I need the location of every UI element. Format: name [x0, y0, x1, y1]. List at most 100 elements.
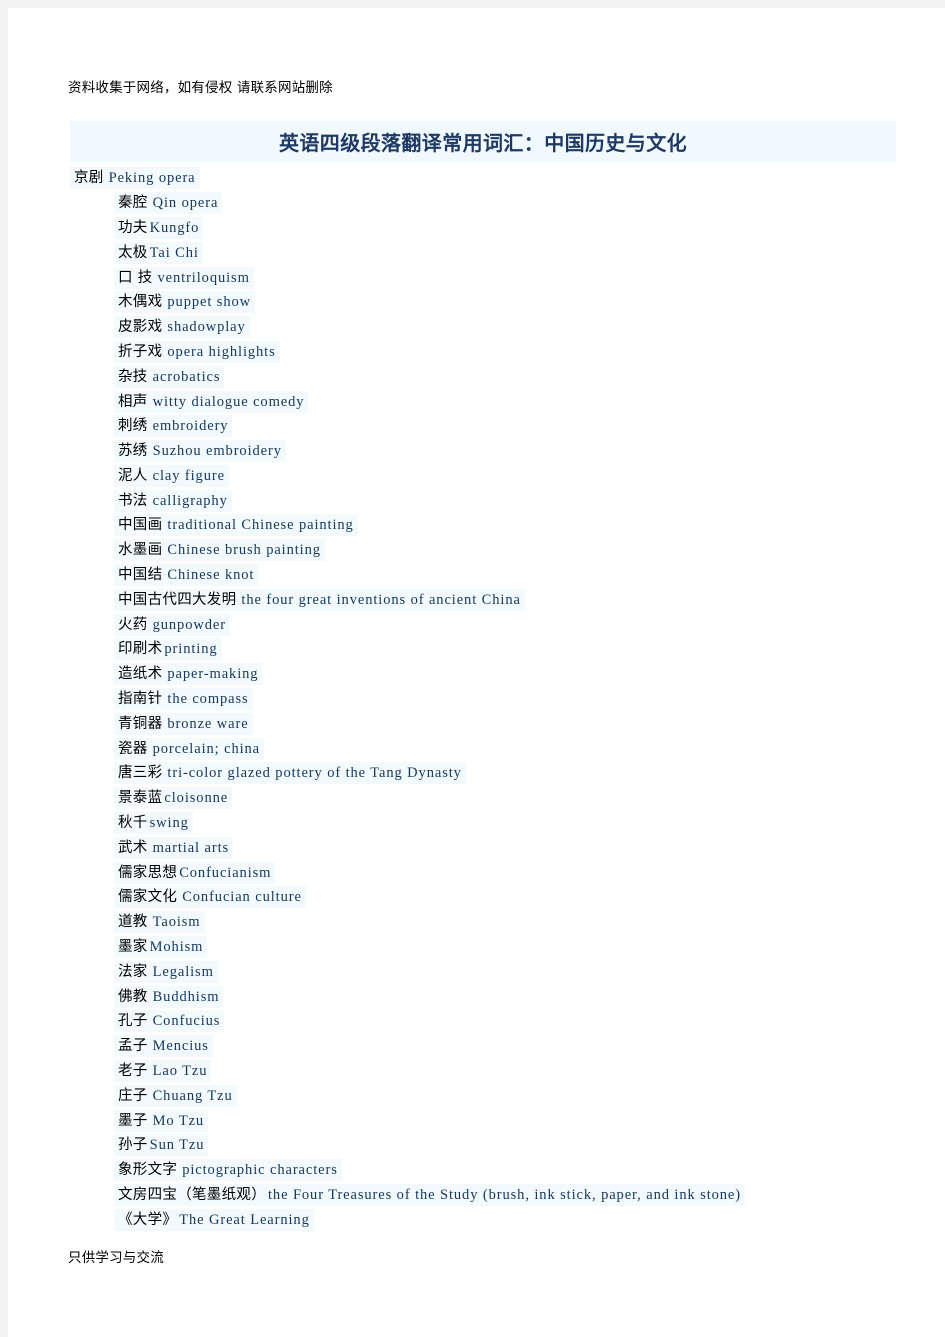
vocabulary-row-highlight: 道教 Taoism [114, 911, 205, 934]
vocabulary-term-chinese: 景泰蓝 [118, 790, 163, 807]
vocabulary-row: 老子 Lao Tzu [70, 1059, 940, 1084]
vocabulary-row: 瓷器 porcelain; china [70, 736, 940, 761]
vocabulary-term-chinese: 孔子 [118, 1013, 148, 1030]
vocabulary-term-english: Chinese knot [167, 567, 255, 584]
vocabulary-term-english: tri-color glazed pottery of the Tang Dyn… [167, 765, 462, 782]
vocabulary-row: 造纸术 paper-making [70, 662, 940, 687]
vocabulary-term-chinese: 老子 [118, 1063, 148, 1080]
vocabulary-term-chinese: 太极 [118, 244, 148, 261]
vocabulary-row-highlight: 泥人 clay figure [114, 464, 229, 487]
vocabulary-row-highlight: 中国古代四大发明 the four great inventions of anc… [114, 588, 525, 611]
vocabulary-row: 中国古代四大发明 the four great inventions of anc… [70, 588, 940, 613]
vocabulary-row-highlight: 书法 calligraphy [114, 489, 232, 512]
vocabulary-row: 孔子 Confucius [70, 1009, 940, 1034]
document-footer: 只供学习与交流 [68, 1250, 164, 1266]
vocabulary-row: 墨子 Mo Tzu [70, 1108, 940, 1133]
vocabulary-term-english: Qin opera [152, 195, 219, 212]
vocabulary-term-english: the compass [167, 691, 249, 708]
vocabulary-term-chinese: 《大学》 [118, 1211, 178, 1228]
vocabulary-row-highlight: 孟子 Mencius [114, 1035, 213, 1058]
vocabulary-term-english: Confucian culture [182, 889, 302, 906]
vocabulary-term-chinese: 火药 [118, 616, 148, 633]
vocabulary-term-english: bronze ware [167, 715, 249, 732]
vocabulary-term-chinese: 相声 [118, 393, 148, 410]
vocabulary-term-chinese: 道教 [118, 914, 148, 931]
vocabulary-term-english: Kungfo [149, 219, 200, 236]
vocabulary-term-english: Mencius [152, 1038, 209, 1055]
vocabulary-term-chinese: 庄子 [118, 1087, 148, 1104]
vocabulary-row-highlight: 造纸术 paper-making [114, 663, 263, 686]
vocabulary-row-highlight: 中国画 traditional Chinese painting [114, 514, 358, 537]
vocabulary-term-chinese: 杂技 [118, 368, 148, 385]
vocabulary-row-highlight: 水墨画 Chinese brush painting [114, 539, 325, 562]
vocabulary-row-highlight: 儒家思想 Confucianism [114, 861, 276, 884]
vocabulary-row: 折子戏 opera highlights [70, 340, 940, 365]
vocabulary-row-highlight: 秦腔 Qin opera [114, 192, 223, 215]
vocabulary-row-highlight: 景泰蓝 cloisonne [114, 787, 233, 810]
vocabulary-row: 儒家思想 Confucianism [70, 860, 940, 885]
vocabulary-row-highlight: 瓷器 porcelain; china [114, 737, 265, 760]
vocabulary-term-chinese: 口 技 [118, 269, 153, 286]
vocabulary-row-highlight: 木偶戏 puppet show [114, 291, 256, 314]
vocabulary-list: 京剧 Peking opera 秦腔 Qin opera 功夫 Kungfo 太极 Tai C… [70, 166, 940, 1232]
vocabulary-row-highlight: 青铜器 bronze ware [114, 712, 253, 735]
vocabulary-term-chinese: 泥人 [118, 467, 148, 484]
vocabulary-term-chinese: 刺绣 [118, 418, 148, 435]
vocabulary-row: 木偶戏 puppet show [70, 290, 940, 315]
vocabulary-term-chinese: 造纸术 [118, 666, 163, 683]
vocabulary-term-chinese: 武术 [118, 839, 148, 856]
vocabulary-row: 儒家文化 Confucian culture [70, 885, 940, 910]
vocabulary-row: 刺绣 embroidery [70, 414, 940, 439]
vocabulary-term-english: Buddhism [152, 988, 220, 1005]
vocabulary-row-highlight: 口 技 ventriloquism [114, 266, 254, 289]
vocabulary-term-chinese: 象形文字 [118, 1162, 178, 1179]
vocabulary-term-english: witty dialogue comedy [152, 393, 305, 410]
vocabulary-row: 墨家 Mohism [70, 935, 940, 960]
vocabulary-row: 文房四宝（笔墨纸观） the Four Treasures of the Stud… [70, 1183, 940, 1208]
vocabulary-term-english: paper-making [167, 666, 259, 683]
vocabulary-term-english: Confucius [152, 1013, 221, 1030]
vocabulary-row-highlight: 佛教 Buddhism [114, 985, 224, 1008]
vocabulary-term-chinese: 苏绣 [118, 443, 148, 460]
vocabulary-term-chinese: 指南针 [118, 691, 163, 708]
vocabulary-row-highlight: 唐三彩 tri-color glazed pottery of the Tang … [114, 762, 466, 785]
vocabulary-row: 佛教 Buddhism [70, 984, 940, 1009]
vocabulary-row: 孟子 Mencius [70, 1034, 940, 1059]
vocabulary-row: 青铜器 bronze ware [70, 712, 940, 737]
vocabulary-row-highlight: 墨子 Mo Tzu [114, 1109, 209, 1132]
vocabulary-term-english: Lao Tzu [152, 1063, 208, 1080]
vocabulary-row-highlight: 指南针 the compass [114, 688, 253, 711]
vocabulary-term-english: Peking opera [108, 170, 196, 187]
vocabulary-term-english: puppet show [167, 294, 252, 311]
vocabulary-term-chinese: 木偶戏 [118, 294, 163, 311]
vocabulary-row: 苏绣 Suzhou embroidery [70, 439, 940, 464]
vocabulary-row-highlight: 老子 Lao Tzu [114, 1060, 212, 1083]
vocabulary-row-highlight: 庄子 Chuang Tzu [114, 1084, 237, 1107]
vocabulary-row: 皮影戏 shadowplay [70, 315, 940, 340]
vocabulary-row-highlight: 刺绣 embroidery [114, 415, 233, 438]
vocabulary-row-highlight: 京剧 Peking opera [70, 167, 200, 190]
vocabulary-row: 功夫 Kungfo [70, 216, 940, 241]
vocabulary-term-english: acrobatics [152, 368, 221, 385]
vocabulary-row-highlight: 儒家文化 Confucian culture [114, 886, 306, 909]
vocabulary-term-english: traditional Chinese painting [167, 517, 354, 534]
vocabulary-row-highlight: 中国结 Chinese knot [114, 564, 259, 587]
vocabulary-term-chinese: 京剧 [74, 170, 104, 187]
vocabulary-row-highlight: 折子戏 opera highlights [114, 340, 280, 363]
vocabulary-row: 秦腔 Qin opera [70, 191, 940, 216]
vocabulary-term-english: printing [164, 641, 218, 658]
vocabulary-row-highlight: 火药 gunpowder [114, 613, 230, 636]
page-title: 英语四级段落翻译常用词汇：中国历史与文化 [279, 131, 687, 155]
vocabulary-term-english: martial arts [152, 839, 230, 856]
vocabulary-row-highlight: 相声 witty dialogue comedy [114, 390, 309, 413]
vocabulary-row-highlight: 太极 Tai Chi [114, 241, 203, 264]
document-page: 资料收集于网络，如有侵权 请联系网站删除 英语四级段落翻译常用词汇：中国历史与文… [8, 8, 945, 1337]
vocabulary-row: 泥人 clay figure [70, 464, 940, 489]
vocabulary-term-chinese: 文房四宝（笔墨纸观） [118, 1187, 266, 1203]
vocabulary-row: 指南针 the compass [70, 687, 940, 712]
vocabulary-term-chinese: 书法 [118, 492, 148, 509]
vocabulary-term-english: the Four Treasures of the Study (brush, … [268, 1187, 741, 1203]
vocabulary-row: 孙子 Sun Tzu [70, 1133, 940, 1158]
vocabulary-row: 唐三彩 tri-color glazed pottery of the Tang … [70, 761, 940, 786]
vocabulary-term-chinese: 瓷器 [118, 740, 148, 757]
